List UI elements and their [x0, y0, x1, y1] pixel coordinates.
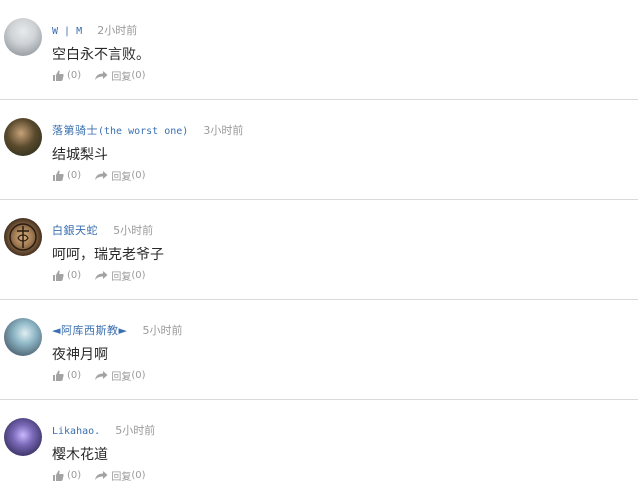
comment-item: ◄阿库西斯教► 5小时前 夜神月啊 (0) 回复 (0)	[0, 300, 640, 400]
like-count: (0)	[67, 270, 82, 281]
comment-text: 夜神月啊	[52, 347, 108, 363]
comment-meta: ◄阿库西斯教► 5小时前	[52, 319, 183, 337]
timestamp: 3小时前	[203, 124, 244, 137]
username-link[interactable]: W | M	[52, 26, 82, 37]
timestamp: 5小时前	[142, 324, 183, 337]
timestamp: 2小时前	[97, 24, 138, 37]
reply-button[interactable]: 回复 (0)	[94, 68, 146, 83]
comment-text: 结城梨斗	[52, 147, 108, 163]
comment-actions: (0) 回复 (0)	[52, 368, 156, 383]
comment-meta: 白銀天蛇 5小时前	[52, 219, 154, 237]
thumbs-up-icon	[53, 470, 64, 481]
avatar[interactable]	[4, 18, 42, 56]
comment-text: 呵呵，瑞克老爷子	[52, 247, 164, 263]
like-button[interactable]: (0)	[52, 370, 81, 381]
reply-arrow-icon	[95, 471, 108, 480]
reply-arrow-icon	[95, 71, 108, 80]
comment-meta: W | M 2小时前	[52, 19, 138, 37]
username-link[interactable]: 白銀天蛇	[52, 224, 98, 237]
comment-meta: Likahao. 5小时前	[52, 419, 156, 437]
avatar[interactable]	[4, 318, 42, 356]
like-count: (0)	[67, 70, 82, 81]
username-link[interactable]: ◄阿库西斯教►	[52, 324, 127, 337]
thumbs-up-icon	[53, 270, 64, 281]
avatar[interactable]	[4, 118, 42, 156]
reply-label: 回复	[111, 472, 132, 483]
reply-count: (0)	[131, 470, 146, 481]
like-count: (0)	[67, 470, 82, 481]
username-link[interactable]: 落第骑士	[52, 124, 98, 137]
reply-button[interactable]: 回复 (0)	[94, 368, 146, 383]
avatar[interactable]	[4, 418, 42, 456]
reply-button[interactable]: 回复 (0)	[94, 168, 146, 183]
reply-button[interactable]: 回复 (0)	[94, 468, 146, 483]
like-button[interactable]: (0)	[52, 270, 81, 281]
reply-label: 回复	[111, 272, 132, 283]
comment-meta: 落第骑士(the worst one) 3小时前	[52, 119, 244, 137]
like-count: (0)	[67, 170, 82, 181]
comment-text: 樱木花道	[52, 447, 108, 463]
reply-label: 回复	[111, 172, 132, 183]
timestamp: 5小时前	[113, 224, 154, 237]
username-link[interactable]: Likahao.	[52, 426, 100, 437]
thumbs-up-icon	[53, 170, 64, 181]
comment-actions: (0) 回复 (0)	[52, 268, 156, 283]
comment-actions: (0) 回复 (0)	[52, 468, 156, 483]
reply-label: 回复	[111, 372, 132, 383]
avatar[interactable]	[4, 218, 42, 256]
reply-arrow-icon	[95, 271, 108, 280]
comment-item: 落第骑士(the worst one) 3小时前 结城梨斗 (0) 回复 (0)	[0, 100, 640, 200]
username-suffix[interactable]: (the worst one)	[98, 126, 188, 137]
comment-item: Likahao. 5小时前 樱木花道 (0) 回复 (0)	[0, 400, 640, 496]
reply-arrow-icon	[95, 171, 108, 180]
comment-item: W | M 2小时前 空白永不言败。 (0) 回复 (0)	[0, 0, 640, 100]
reply-count: (0)	[131, 270, 146, 281]
reply-count: (0)	[131, 170, 146, 181]
thumbs-up-icon	[53, 70, 64, 81]
reply-label: 回复	[111, 72, 132, 83]
reply-count: (0)	[131, 70, 146, 81]
reply-button[interactable]: 回复 (0)	[94, 268, 146, 283]
timestamp: 5小时前	[115, 424, 156, 437]
comment-actions: (0) 回复 (0)	[52, 68, 156, 83]
reply-arrow-icon	[95, 371, 108, 380]
like-button[interactable]: (0)	[52, 70, 81, 81]
comment-text: 空白永不言败。	[52, 47, 150, 63]
thumbs-up-icon	[53, 370, 64, 381]
like-button[interactable]: (0)	[52, 170, 81, 181]
comment-actions: (0) 回复 (0)	[52, 168, 156, 183]
emblem-icon	[9, 223, 37, 251]
like-button[interactable]: (0)	[52, 470, 81, 481]
reply-count: (0)	[131, 370, 146, 381]
comment-item: 白銀天蛇 5小时前 呵呵，瑞克老爷子 (0) 回复 (0)	[0, 200, 640, 300]
like-count: (0)	[67, 370, 82, 381]
